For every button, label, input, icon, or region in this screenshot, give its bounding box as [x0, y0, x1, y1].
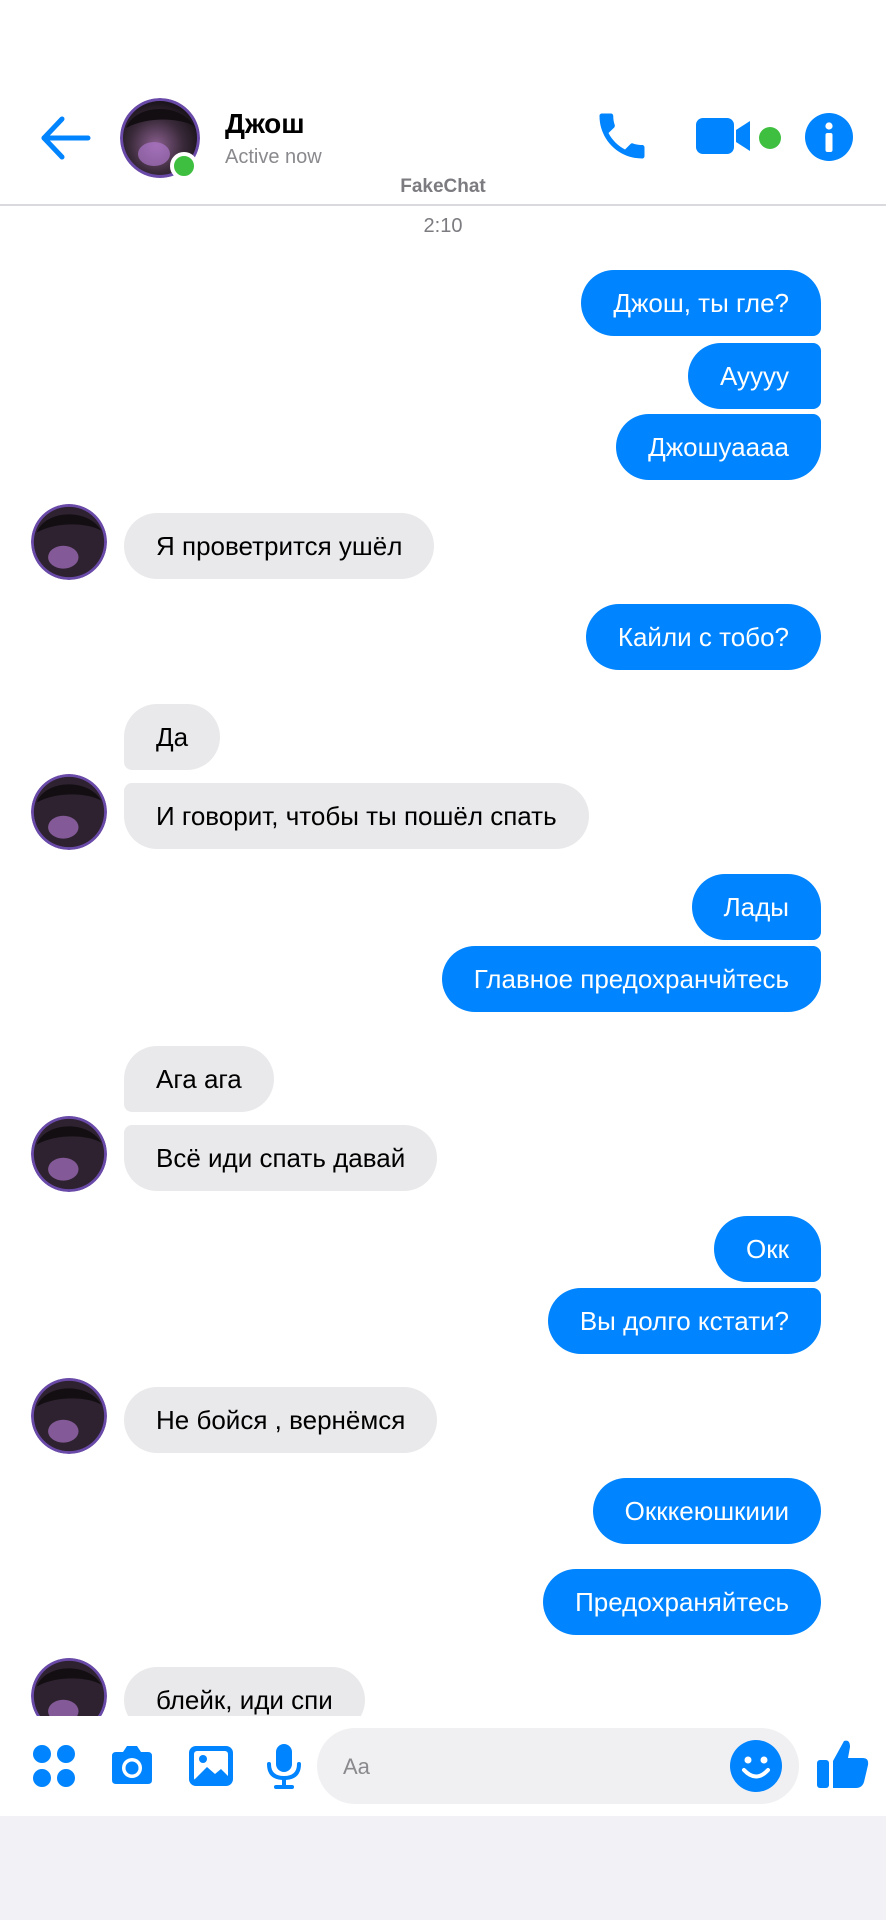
- video-call-button[interactable]: [694, 112, 756, 160]
- message-bubble-outgoing[interactable]: Джош, ты гле?: [581, 270, 821, 336]
- phone-icon: [599, 113, 645, 159]
- avatar: [31, 1378, 107, 1454]
- message-bubble-incoming[interactable]: Не бойся , вернёмся: [124, 1387, 438, 1453]
- message-input[interactable]: [341, 1728, 705, 1806]
- arrow-left-icon: [41, 116, 91, 160]
- thumbs-up-icon: [817, 1740, 869, 1788]
- chat-header: Джош Active now FakeChat: [0, 0, 886, 206]
- apps-grid-icon: [33, 1745, 75, 1787]
- video-camera-icon: [696, 118, 750, 154]
- apps-button[interactable]: [28, 1740, 80, 1792]
- avatar: [31, 504, 107, 580]
- avatar: [31, 774, 107, 850]
- message-bubble-outgoing[interactable]: Предохраняйтесь: [543, 1569, 821, 1635]
- message-bubble-incoming[interactable]: Всё иди спать давай: [124, 1125, 438, 1191]
- gallery-button[interactable]: [185, 1740, 237, 1792]
- microphone-icon: [267, 1744, 301, 1789]
- info-button[interactable]: [804, 112, 854, 162]
- message-bubble-outgoing[interactable]: Джошуаааа: [616, 414, 821, 480]
- video-active-dot: [759, 127, 781, 149]
- message-bubble-outgoing[interactable]: Окккеюшкиии: [592, 1478, 821, 1544]
- message-bubble-outgoing[interactable]: Главное предохранчйтесь: [441, 946, 821, 1012]
- message-input-container: [317, 1728, 799, 1806]
- gallery-icon: [189, 1746, 233, 1786]
- message-bubble-outgoing[interactable]: Вы долго кстати?: [547, 1288, 821, 1354]
- contact-status: Active now: [225, 146, 322, 168]
- message-composer: [0, 1716, 886, 1816]
- emoji-icon: [730, 1740, 782, 1792]
- message-bubble-incoming[interactable]: И говорит, чтобы ты пошёл спать: [124, 783, 589, 849]
- message-bubble-outgoing[interactable]: Окк: [714, 1216, 821, 1282]
- sender-avatar[interactable]: [31, 1116, 107, 1192]
- call-button[interactable]: [592, 106, 652, 166]
- message-bubble-outgoing[interactable]: Ауууу: [687, 343, 821, 409]
- message-bubble-outgoing[interactable]: Лады: [691, 874, 821, 940]
- message-bubble-incoming[interactable]: Ага ага: [124, 1046, 274, 1112]
- sender-avatar[interactable]: [31, 504, 107, 580]
- message-bubble-incoming[interactable]: Да: [124, 704, 221, 770]
- camera-button[interactable]: [106, 1740, 158, 1792]
- system-nav-area: [0, 1816, 886, 1920]
- voice-button[interactable]: [258, 1740, 310, 1792]
- info-icon: [805, 113, 853, 161]
- chat-screen: Джош Active now FakeChat 2:10 Джош, ты г…: [0, 0, 886, 1816]
- message-bubble-incoming[interactable]: Я проветрится ушёл: [124, 513, 435, 579]
- like-button[interactable]: [815, 1736, 871, 1792]
- brand-watermark: FakeChat: [400, 176, 486, 197]
- sender-avatar[interactable]: [31, 774, 107, 850]
- contact-name[interactable]: Джош: [225, 108, 305, 140]
- sender-avatar[interactable]: [31, 1378, 107, 1454]
- message-timestamp: 2:10: [423, 215, 463, 237]
- back-button[interactable]: [36, 108, 96, 168]
- camera-icon: [112, 1746, 152, 1784]
- emoji-button[interactable]: [729, 1739, 783, 1793]
- message-bubble-outgoing[interactable]: Кайли с тобо?: [585, 604, 821, 670]
- avatar: [31, 1116, 107, 1192]
